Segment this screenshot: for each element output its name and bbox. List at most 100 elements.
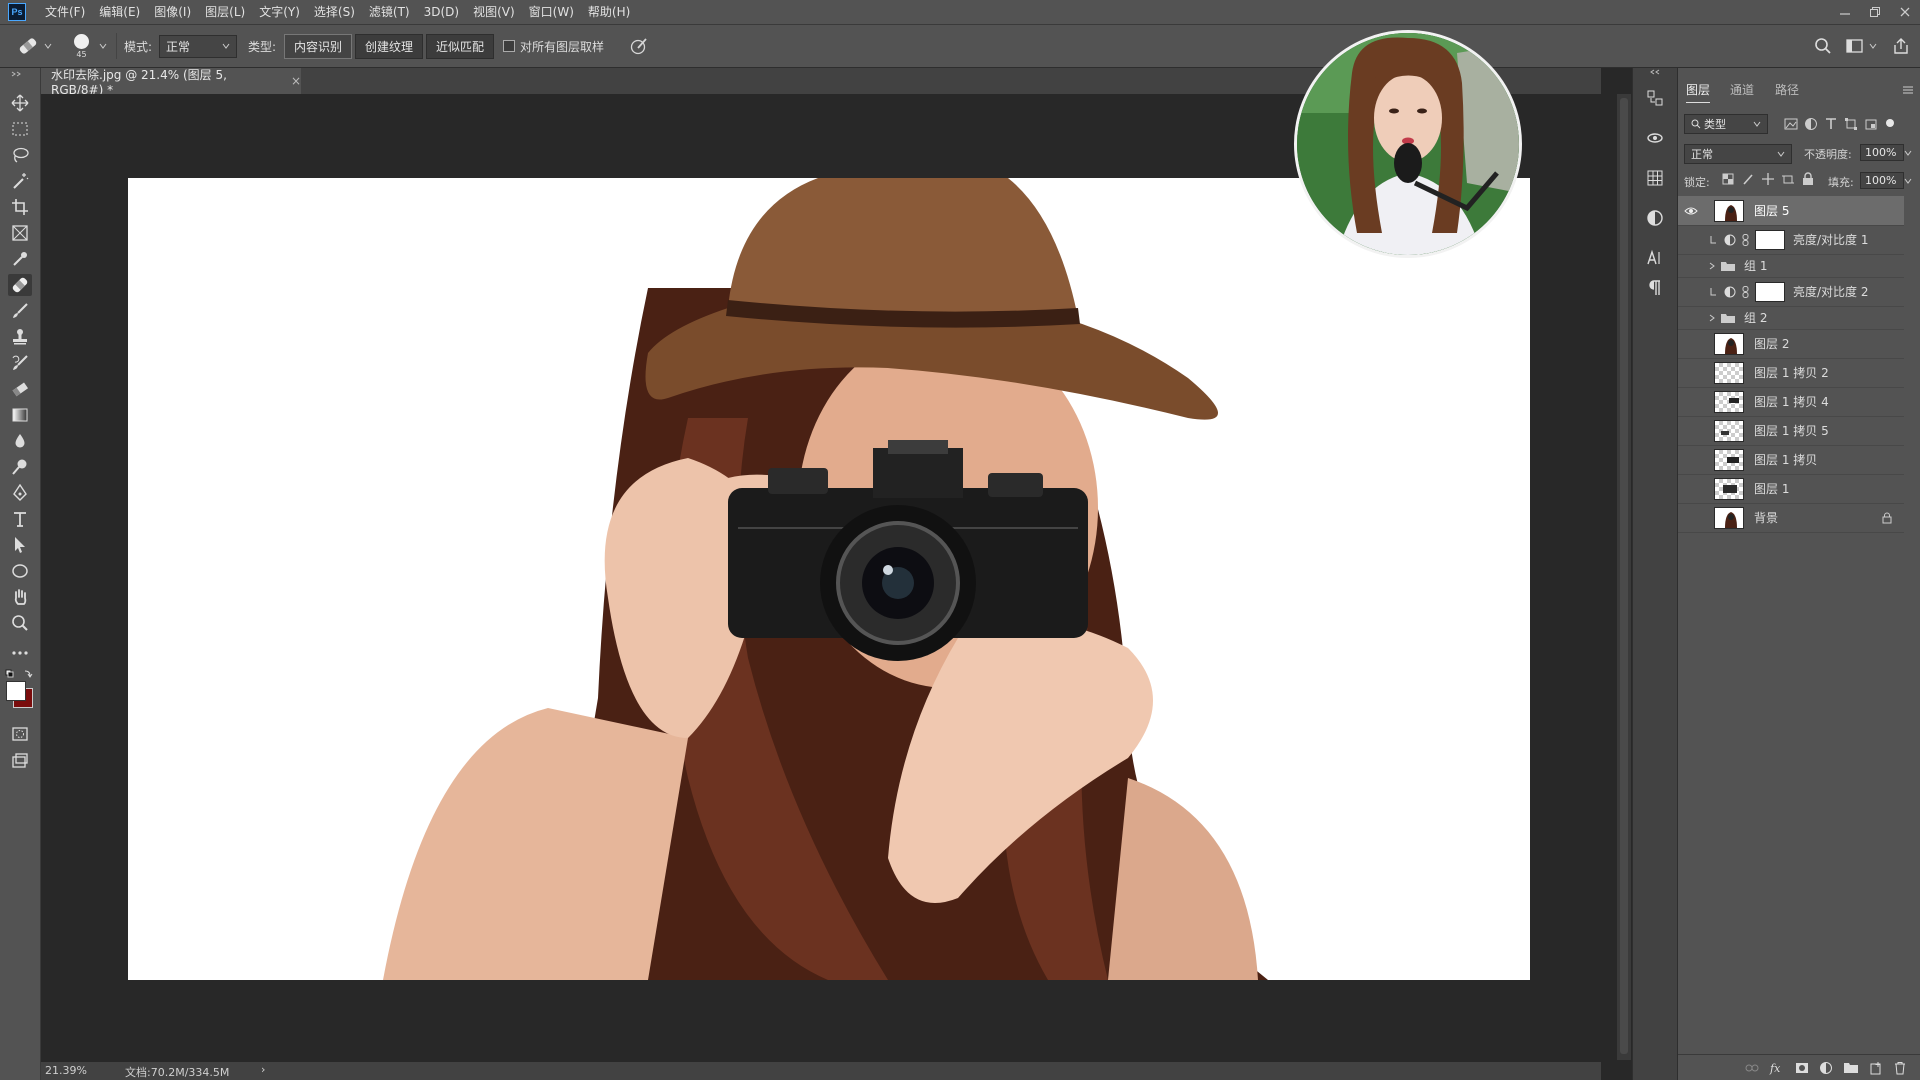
- new-group-icon[interactable]: [1843, 1061, 1859, 1075]
- eyedropper-tool[interactable]: [8, 248, 32, 270]
- visibility-toggle[interactable]: [1682, 424, 1700, 438]
- visibility-toggle[interactable]: [1682, 395, 1700, 409]
- crop-tool[interactable]: [8, 196, 32, 218]
- sample-all-layers-checkbox[interactable]: [503, 40, 515, 52]
- new-adjustment-layer-icon[interactable]: [1819, 1061, 1833, 1075]
- layer-row[interactable]: 组 1: [1678, 254, 1904, 278]
- menu-file[interactable]: 文件(F): [38, 0, 92, 24]
- zoom-tool[interactable]: [8, 612, 32, 634]
- lasso-tool[interactable]: [8, 144, 32, 166]
- dock-history-button[interactable]: [1643, 86, 1667, 110]
- collapse-arrows-icon[interactable]: [1649, 68, 1665, 76]
- tab-channels[interactable]: 通道: [1730, 78, 1754, 102]
- frame-tool[interactable]: [8, 222, 32, 244]
- visibility-toggle[interactable]: [1682, 233, 1700, 247]
- add-mask-icon[interactable]: [1795, 1061, 1809, 1075]
- document-tab[interactable]: 水印去除.jpg @ 21.4% (图层 5, RGB/8#) * ×: [41, 68, 301, 97]
- hand-tool[interactable]: [8, 586, 32, 608]
- lock-artboard-icon[interactable]: [1782, 173, 1794, 185]
- marquee-tool[interactable]: [8, 118, 32, 140]
- minimize-button[interactable]: [1830, 0, 1860, 24]
- spot-healing-brush-tool[interactable]: [8, 274, 32, 296]
- expand-chevron-icon[interactable]: [1708, 262, 1716, 270]
- menu-layer[interactable]: 图层(L): [198, 0, 252, 24]
- menu-view[interactable]: 视图(V): [466, 0, 522, 24]
- visibility-toggle[interactable]: [1682, 453, 1700, 467]
- dock-grid-button[interactable]: [1643, 166, 1667, 190]
- lock-transparent-icon[interactable]: [1722, 173, 1734, 185]
- fx-icon[interactable]: fx: [1769, 1061, 1785, 1075]
- filter-adjustment-icon[interactable]: [1804, 117, 1818, 131]
- filter-toggle-switch[interactable]: [1886, 119, 1894, 127]
- menu-window[interactable]: 窗口(W): [522, 0, 581, 24]
- menu-select[interactable]: 选择(S): [307, 0, 362, 24]
- layer-row[interactable]: 亮度/对比度 1: [1678, 225, 1904, 255]
- expand-chevron-icon[interactable]: [1708, 314, 1716, 322]
- tab-paths[interactable]: 路径: [1775, 78, 1799, 102]
- type-content-aware-button[interactable]: 内容识别: [284, 33, 353, 59]
- collapse-arrows-icon[interactable]: [8, 70, 32, 78]
- chevron-down-icon[interactable]: [1904, 149, 1912, 157]
- close-window-button[interactable]: [1890, 0, 1920, 24]
- vertical-scrollbar[interactable]: [1617, 94, 1631, 1060]
- status-menu-arrow[interactable]: ›: [261, 1063, 265, 1076]
- mode-select[interactable]: 正常: [159, 34, 237, 58]
- filter-shape-icon[interactable]: [1844, 117, 1858, 131]
- screen-mode-button[interactable]: [8, 750, 32, 772]
- gradient-tool[interactable]: [8, 404, 32, 426]
- layer-row[interactable]: 背景: [1678, 503, 1904, 533]
- trash-icon[interactable]: [1893, 1061, 1907, 1075]
- visibility-toggle[interactable]: [1682, 366, 1700, 380]
- filter-type-icon[interactable]: [1824, 117, 1838, 131]
- dock-3d-button[interactable]: [1643, 126, 1667, 150]
- blend-mode-select[interactable]: 正常: [1684, 144, 1792, 164]
- pen-tool[interactable]: [8, 482, 32, 504]
- visibility-toggle[interactable]: [1682, 337, 1700, 351]
- menu-3d[interactable]: 3D(D): [417, 0, 466, 24]
- document-image[interactable]: [128, 178, 1530, 980]
- history-brush-tool[interactable]: [8, 352, 32, 374]
- magic-wand-tool[interactable]: [8, 170, 32, 192]
- path-selection-tool[interactable]: [8, 534, 32, 556]
- dodge-tool[interactable]: [8, 456, 32, 478]
- lock-image-brush-icon[interactable]: [1742, 173, 1754, 185]
- layer-row[interactable]: 亮度/对比度 2: [1678, 277, 1904, 307]
- tool-preset-picker[interactable]: [16, 25, 53, 67]
- visibility-toggle[interactable]: [1682, 204, 1700, 218]
- pressure-size-button[interactable]: [629, 25, 649, 67]
- tab-layers[interactable]: 图层: [1686, 78, 1711, 103]
- brush-size-picker[interactable]: 45: [74, 25, 89, 67]
- visibility-toggle[interactable]: [1682, 259, 1700, 273]
- lock-position-icon[interactable]: [1762, 173, 1774, 185]
- move-tool[interactable]: [8, 92, 32, 114]
- visibility-toggle[interactable]: [1682, 482, 1700, 496]
- layer-row[interactable]: 图层 1 拷贝: [1678, 445, 1904, 475]
- dock-paragraph-button[interactable]: [1643, 276, 1667, 300]
- foreground-color-swatch[interactable]: [6, 681, 26, 701]
- type-tool[interactable]: [8, 508, 32, 530]
- workspace-switcher[interactable]: [1846, 25, 1878, 67]
- visibility-toggle[interactable]: [1682, 285, 1700, 299]
- chevron-down-icon[interactable]: [1904, 177, 1912, 185]
- panel-menu-icon[interactable]: [1902, 84, 1914, 96]
- brush-size-dropdown[interactable]: [98, 25, 108, 67]
- layer-row[interactable]: 图层 1: [1678, 474, 1904, 504]
- edit-toolbar-button[interactable]: [8, 642, 32, 664]
- zoom-level[interactable]: 21.39%: [45, 1064, 87, 1077]
- menu-edit[interactable]: 编辑(E): [92, 0, 147, 24]
- dock-adjustments-button[interactable]: [1643, 206, 1667, 230]
- layer-row[interactable]: 图层 1 拷贝 4: [1678, 387, 1904, 417]
- filter-smart-object-icon[interactable]: [1864, 117, 1878, 131]
- layer-row[interactable]: 图层 2: [1678, 329, 1904, 359]
- layer-row[interactable]: 图层 1 拷贝 5: [1678, 416, 1904, 446]
- menu-help[interactable]: 帮助(H): [581, 0, 637, 24]
- restore-button[interactable]: [1860, 0, 1890, 24]
- visibility-toggle[interactable]: [1682, 511, 1700, 525]
- default-swap-colors-icon[interactable]: [5, 668, 35, 680]
- close-tab-button[interactable]: ×: [291, 74, 301, 88]
- layer-row[interactable]: 图层 5: [1678, 196, 1904, 226]
- quick-mask-button[interactable]: [8, 723, 32, 745]
- new-layer-icon[interactable]: [1869, 1061, 1883, 1075]
- layer-row[interactable]: 图层 1 拷贝 2: [1678, 358, 1904, 388]
- opacity-input[interactable]: 100%: [1860, 144, 1904, 161]
